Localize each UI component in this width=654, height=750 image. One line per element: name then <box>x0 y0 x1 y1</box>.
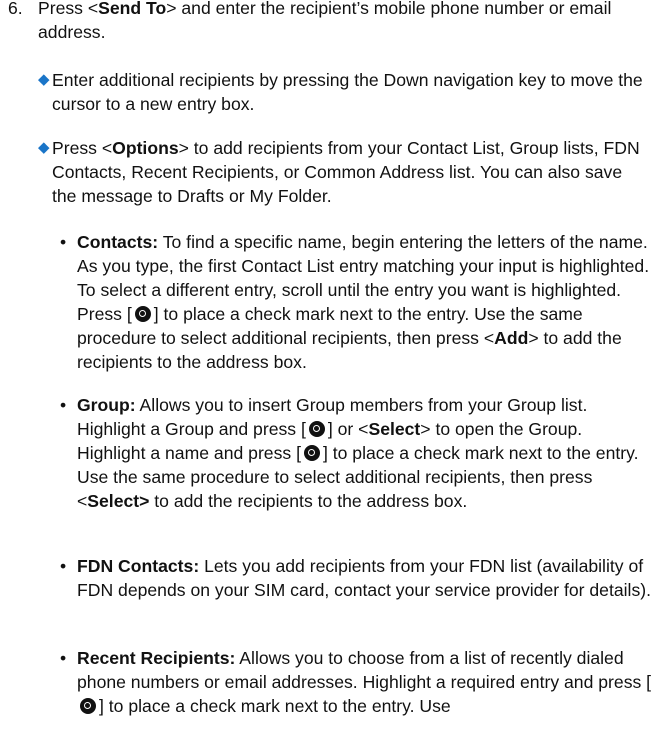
group-text: Group: Allows you to insert Group member… <box>77 395 639 511</box>
recent-label: Recent Recipients: <box>77 648 236 668</box>
diamond-item-text: Press <Options> to add recipients from y… <box>52 138 640 206</box>
diamond-item-text: Enter additional recipients by pressing … <box>52 70 643 114</box>
bullet-icon: • <box>60 556 67 576</box>
options-key: Options <box>112 138 179 158</box>
step-6: 6. Press <Send To> and enter the recipie… <box>8 0 648 44</box>
group-label: Group: <box>77 395 136 415</box>
fdn-label: FDN Contacts: <box>77 556 200 576</box>
list-item-group: • Group: Allows you to insert Group memb… <box>60 393 652 513</box>
navigation-select-key-icon <box>308 421 325 437</box>
navigation-select-key-icon <box>80 698 96 714</box>
navigation-select-key-icon <box>134 306 151 322</box>
diamond-item-options: ◆ Press <Options> to add recipients from… <box>38 136 648 208</box>
diamond-bullet-icon: ◆ <box>38 139 50 156</box>
navigation-select-key-icon <box>303 445 320 461</box>
contacts-text: Contacts: To find a specific name, begin… <box>77 232 650 372</box>
list-item-fdn-contacts: • FDN Contacts: Lets you add recipients … <box>60 554 652 602</box>
step-number: 6. <box>8 0 23 18</box>
bullet-icon: • <box>60 232 67 252</box>
bullet-icon: • <box>60 395 67 415</box>
list-item-recent-recipients: • Recent Recipients: Allows you to choos… <box>60 646 652 718</box>
recent-text: Recent Recipients: Allows you to choose … <box>77 648 652 716</box>
list-item-contacts: • Contacts: To find a specific name, beg… <box>60 230 652 374</box>
step-6-text: Press <Send To> and enter the recipient’… <box>38 0 612 42</box>
contacts-label: Contacts: <box>77 232 159 252</box>
fdn-text: FDN Contacts: Lets you add recipients fr… <box>77 556 651 600</box>
diamond-item-additional-recipients: ◆ Enter additional recipients by pressin… <box>38 68 648 116</box>
select-key: Select <box>368 419 421 439</box>
diamond-bullet-icon: ◆ <box>38 71 50 88</box>
add-key: Add <box>494 328 529 348</box>
select-key: Select> <box>87 491 150 511</box>
send-to-key: Send To <box>98 0 167 18</box>
bullet-icon: • <box>60 648 67 668</box>
